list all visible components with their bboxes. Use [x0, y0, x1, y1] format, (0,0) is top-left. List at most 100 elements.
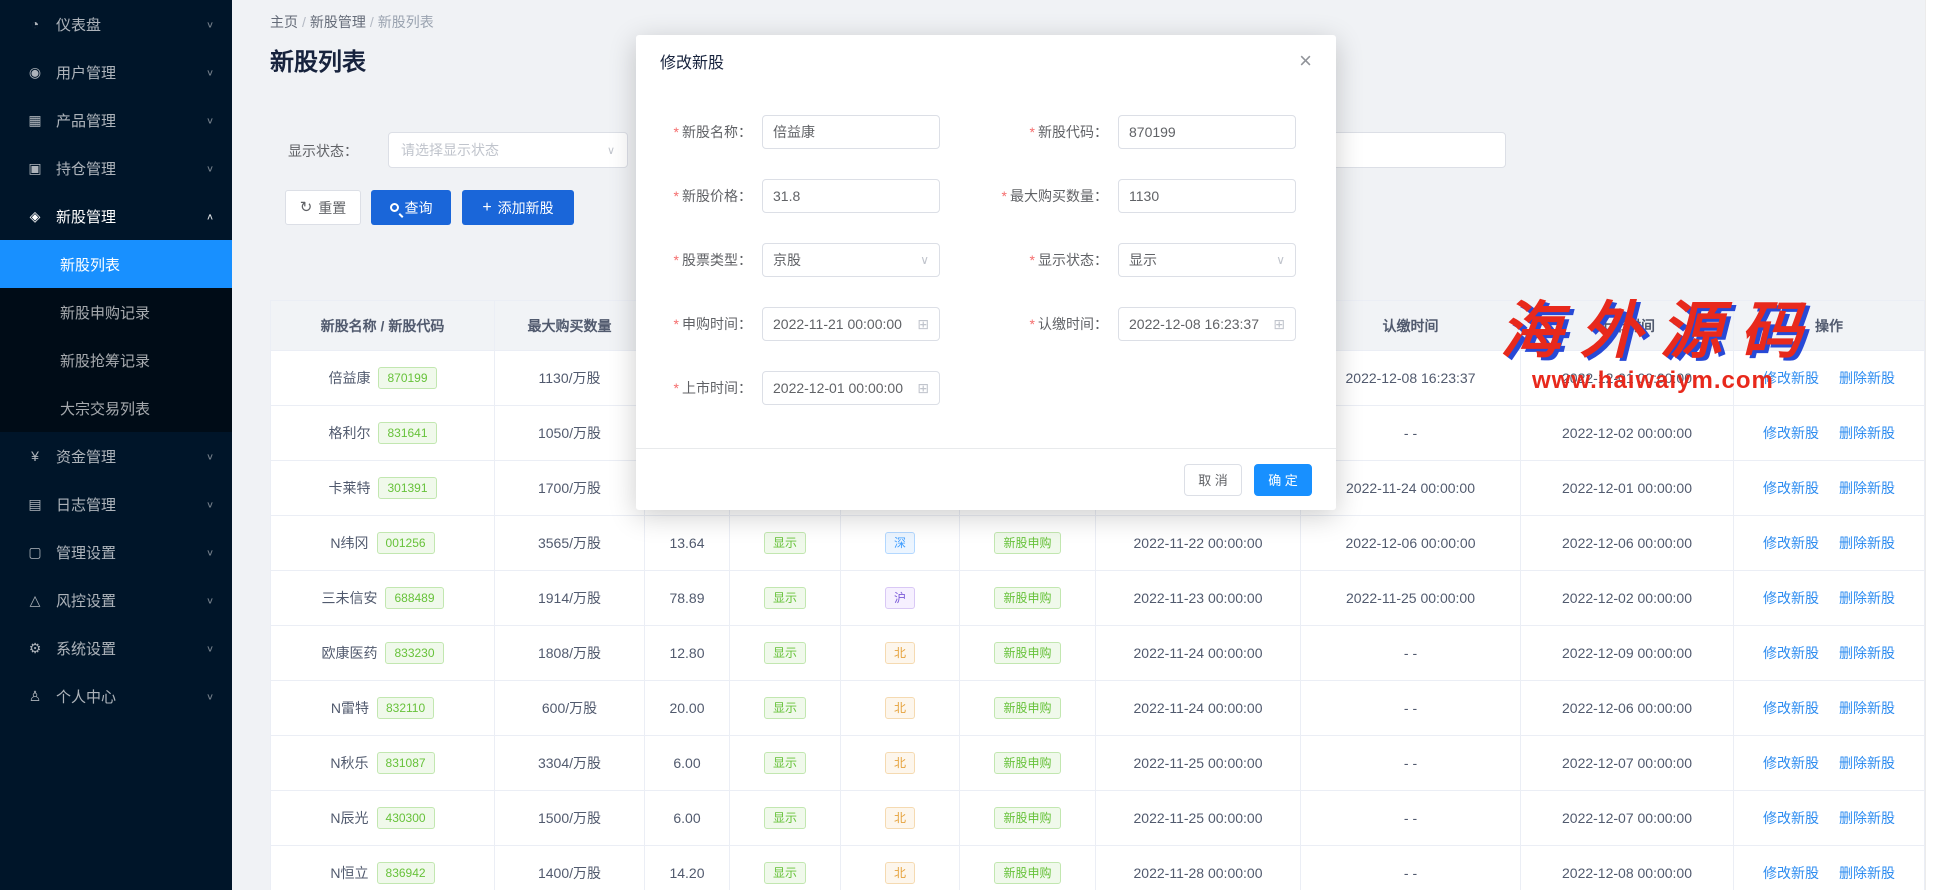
delete-stock-link[interactable]: 删除新股 — [1839, 478, 1895, 498]
modal-field: *股票类型：京股∨ — [638, 243, 970, 277]
query-button[interactable]: 查询 — [371, 190, 451, 225]
edit-stock-link[interactable]: 修改新股 — [1763, 698, 1819, 718]
sidebar-item-positions[interactable]: ▣持仓管理∨ — [0, 144, 232, 192]
cell-market: 北 — [841, 846, 960, 890]
sidebar-item-label: 资金管理 — [56, 446, 206, 467]
cell-name-code: N雷特832110 — [271, 681, 495, 736]
system-icon: ⚙ — [26, 640, 44, 657]
sidebar-item-dashboard[interactable]: ◔仪表盘∨ — [0, 0, 232, 48]
show-status-tag: 显示 — [764, 697, 806, 719]
cell-max-qty: 1500/万股 — [495, 791, 645, 846]
cell-price: 13.64 — [645, 516, 730, 571]
field-input-date[interactable]: 2022-12-08 16:23:37⊞ — [1118, 307, 1296, 341]
sidebar-item-logs[interactable]: ▤日志管理∨ — [0, 480, 232, 528]
field-value: 870199 — [1129, 124, 1285, 140]
sidebar-item-stocks[interactable]: ◈ 新股管理∧ — [0, 192, 232, 240]
edit-stock-link[interactable]: 修改新股 — [1763, 808, 1819, 828]
field-value: 倍益康 — [773, 122, 929, 142]
delete-stock-link[interactable]: 删除新股 — [1839, 808, 1895, 828]
breadcrumb-item[interactable]: 新股管理 — [310, 14, 366, 30]
field-input-text[interactable]: 倍益康 — [762, 115, 940, 149]
breadcrumb-item[interactable]: 主页 — [270, 14, 298, 30]
stock-code-tag: 831641 — [378, 422, 436, 444]
sidebar-item-system[interactable]: ⚙系统设置∨ — [0, 624, 232, 672]
cell-actions: 修改新股删除新股 — [1734, 461, 1924, 516]
edit-stock-link[interactable]: 修改新股 — [1763, 643, 1819, 663]
stock-code-tag: 833230 — [385, 642, 443, 664]
required-asterisk: * — [1002, 188, 1007, 204]
cell-max-qty: 3565/万股 — [495, 516, 645, 571]
cell-name-code: 欧康医药833230 — [271, 626, 495, 681]
close-icon[interactable]: × — [1299, 50, 1312, 72]
field-input-select[interactable]: 显示∨ — [1118, 243, 1296, 277]
cancel-button[interactable]: 取 消 — [1184, 464, 1242, 496]
sidebar-item-label: 新股管理 — [56, 206, 206, 227]
show-status-tag: 显示 — [764, 642, 806, 664]
cell-price: 20.00 — [645, 681, 730, 736]
logs-icon: ▤ — [26, 496, 44, 513]
confirm-button[interactable]: 确 定 — [1254, 464, 1312, 496]
edit-stock-link[interactable]: 修改新股 — [1763, 478, 1819, 498]
field-input-text[interactable]: 870199 — [1118, 115, 1296, 149]
field-value: 2022-12-08 16:23:37 — [1129, 316, 1269, 332]
sidebar-subitem[interactable]: 新股申购记录 — [0, 288, 232, 336]
cell-list-time: 2022-12-02 00:00:00 — [1521, 571, 1734, 626]
sidebar-subitem[interactable]: 新股抢筹记录 — [0, 336, 232, 384]
cell-subscribe-time: 2022-11-25 00:00:00 — [1096, 791, 1301, 846]
delete-stock-link[interactable]: 删除新股 — [1839, 423, 1895, 443]
stocks-icon: ◈ — [26, 208, 44, 225]
stock-code-tag: 870199 — [378, 367, 436, 389]
edit-stock-link[interactable]: 修改新股 — [1763, 588, 1819, 608]
chevron-up-icon: ∧ — [206, 211, 214, 221]
modal-field: *申购时间：2022-11-21 00:00:00⊞ — [638, 307, 970, 341]
delete-stock-link[interactable]: 删除新股 — [1839, 588, 1895, 608]
edit-stock-link[interactable]: 修改新股 — [1763, 533, 1819, 553]
delete-stock-link[interactable]: 删除新股 — [1839, 698, 1895, 718]
field-input-text[interactable]: 1130 — [1118, 179, 1296, 213]
field-label-text: 最大购买数量： — [1010, 188, 1108, 204]
sidebar-item-users[interactable]: ◉用户管理∨ — [0, 48, 232, 96]
edit-stock-link[interactable]: 修改新股 — [1763, 863, 1819, 883]
add-stock-button-label: 添加新股 — [498, 198, 554, 218]
delete-stock-link[interactable]: 删除新股 — [1839, 863, 1895, 883]
stock-name: 三未信安 — [321, 588, 377, 608]
field-input-text[interactable]: 31.8 — [762, 179, 940, 213]
required-asterisk: * — [674, 316, 679, 332]
delete-stock-link[interactable]: 删除新股 — [1839, 533, 1895, 553]
edit-stock-link[interactable]: 修改新股 — [1763, 368, 1819, 388]
delete-stock-link[interactable]: 删除新股 — [1839, 753, 1895, 773]
stock-code-tag: 836942 — [377, 862, 435, 884]
edit-stock-link[interactable]: 修改新股 — [1763, 753, 1819, 773]
page-title: 新股列表 — [270, 42, 366, 77]
cell-state: 新股申购 — [960, 736, 1096, 791]
breadcrumb-separator: / — [370, 14, 374, 30]
cell-name-code: 三未信安688489 — [271, 571, 495, 626]
sidebar-subitem[interactable]: 大宗交易列表 — [0, 384, 232, 432]
sidebar-subitem[interactable]: 新股列表 — [0, 240, 232, 288]
reset-button[interactable]: ↻ 重置 — [285, 190, 361, 225]
sidebar-item-risk[interactable]: △风控设置∨ — [0, 576, 232, 624]
sidebar-item-label: 持仓管理 — [56, 158, 206, 179]
chevron-down-icon: ∨ — [206, 19, 214, 29]
field-input-select[interactable]: 京股∨ — [762, 243, 940, 277]
modal-field: *上市时间：2022-12-01 00:00:00⊞ — [638, 371, 970, 405]
state-tag: 新股申购 — [994, 862, 1060, 884]
state-tag: 新股申购 — [994, 697, 1060, 719]
sidebar-item-profile[interactable]: ♙个人中心∨ — [0, 672, 232, 720]
delete-stock-link[interactable]: 删除新股 — [1839, 643, 1895, 663]
table-header-cell: 最大购买数量 — [495, 301, 645, 351]
cell-actions: 修改新股删除新股 — [1734, 681, 1924, 736]
cell-show-status: 显示 — [730, 791, 841, 846]
field-input-date[interactable]: 2022-11-21 00:00:00⊞ — [762, 307, 940, 341]
edit-stock-link[interactable]: 修改新股 — [1763, 423, 1819, 443]
cell-market: 深 — [841, 516, 960, 571]
cell-name-code: 倍益康870199 — [271, 351, 495, 406]
sidebar-item-funds[interactable]: ¥资金管理∨ — [0, 432, 232, 480]
sidebar-item-products[interactable]: ▦产品管理∨ — [0, 96, 232, 144]
show-status-select[interactable]: 请选择显示状态 ∨ — [388, 132, 628, 168]
delete-stock-link[interactable]: 删除新股 — [1839, 368, 1895, 388]
add-stock-button[interactable]: + 添加新股 — [462, 190, 574, 225]
field-input-date[interactable]: 2022-12-01 00:00:00⊞ — [762, 371, 940, 405]
cell-state: 新股申购 — [960, 516, 1096, 571]
sidebar-item-admin[interactable]: ▢管理设置∨ — [0, 528, 232, 576]
